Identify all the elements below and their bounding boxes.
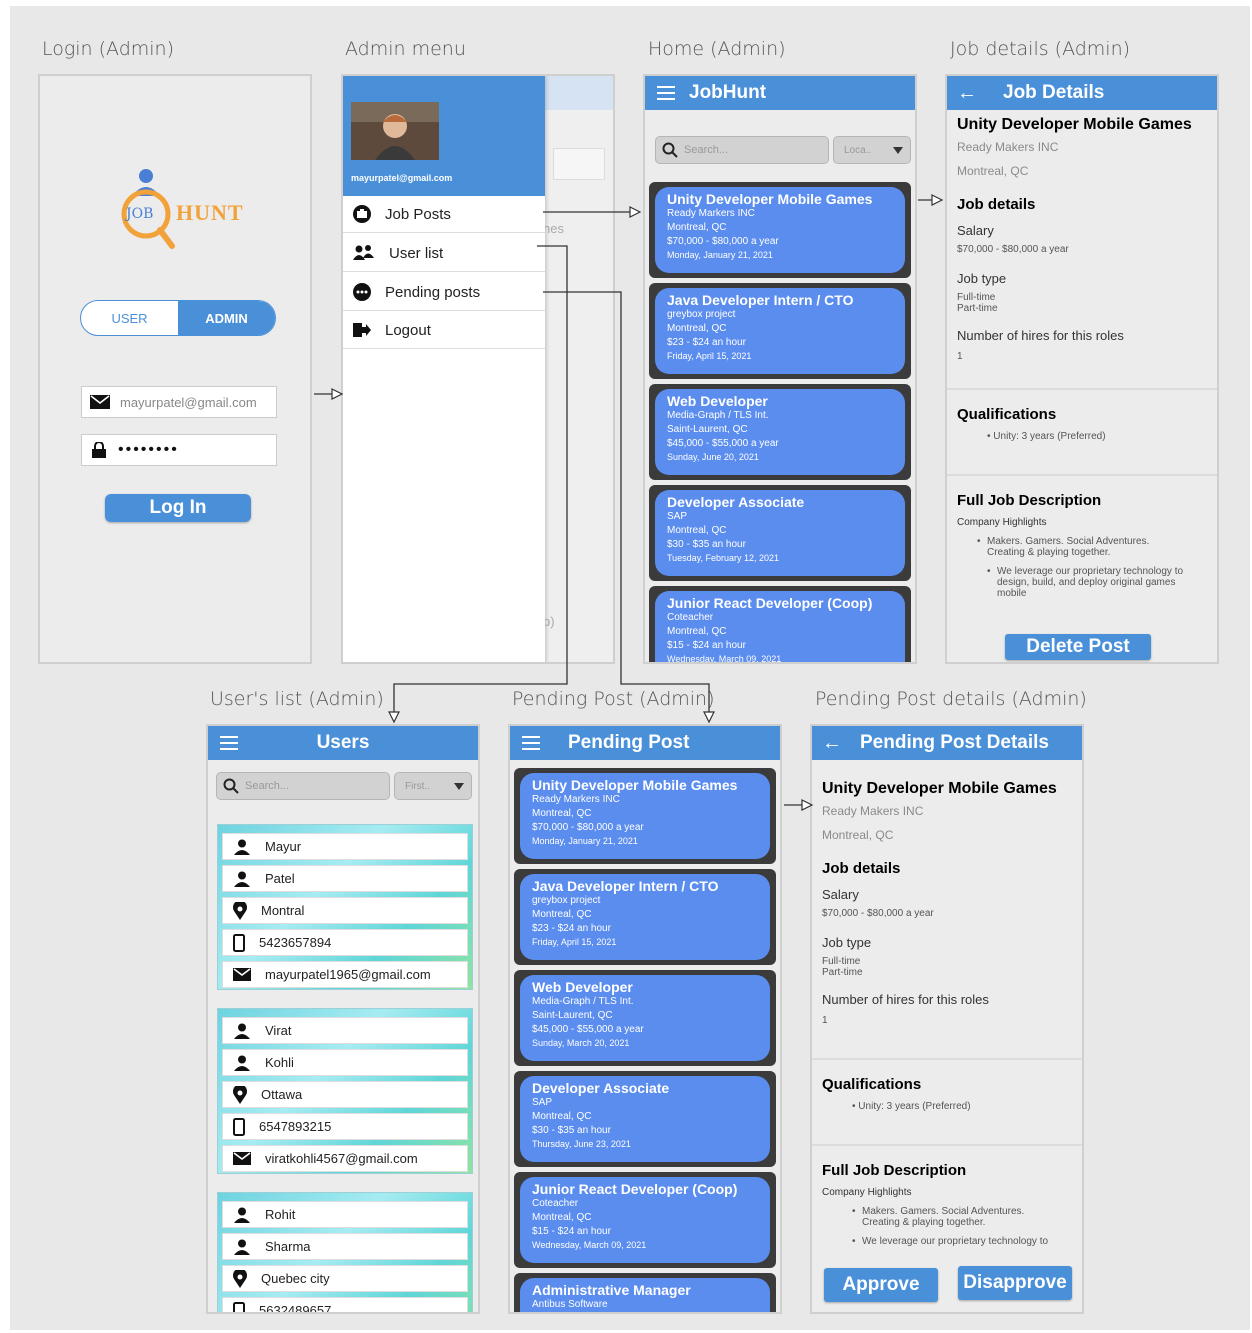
flow-arrows xyxy=(314,194,944,811)
storyboard-canvas: Login (Admin) Admin menu Home (Admin) Jo… xyxy=(10,6,1250,1330)
